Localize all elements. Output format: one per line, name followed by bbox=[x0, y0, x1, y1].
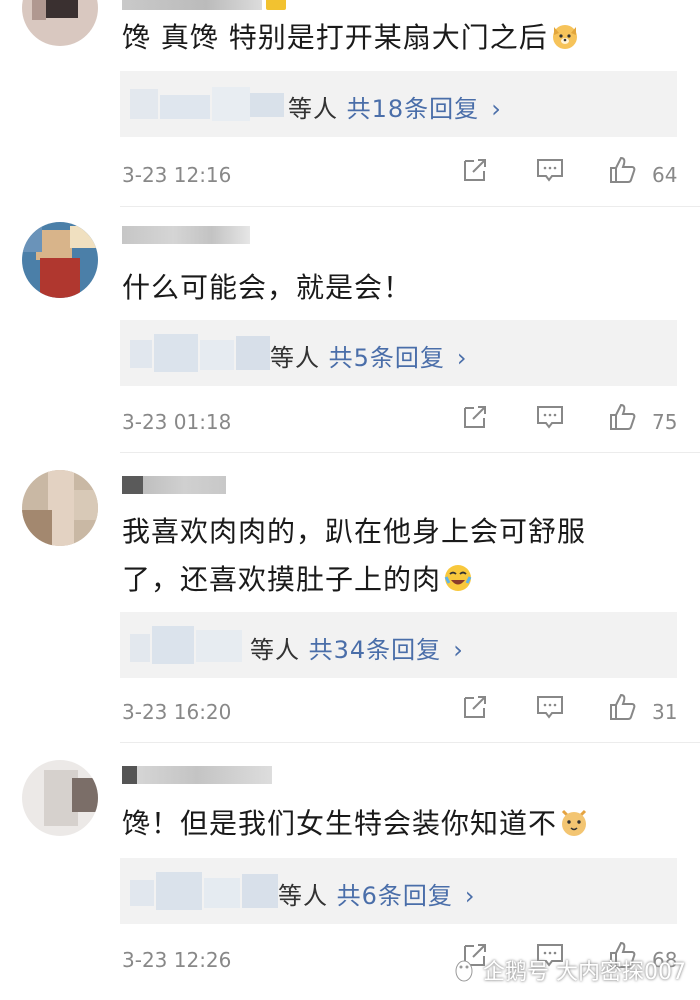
comment-icon[interactable] bbox=[535, 155, 571, 191]
like-count: 64 bbox=[652, 163, 678, 187]
chevron-right-icon: › bbox=[464, 882, 476, 910]
timestamp: 3-23 16:20 bbox=[122, 700, 232, 724]
reply-users-blurred bbox=[130, 872, 280, 910]
share-icon[interactable] bbox=[460, 692, 496, 728]
reply-users-blurred bbox=[130, 334, 270, 372]
reply-users-blurred bbox=[130, 85, 290, 123]
like-count: 75 bbox=[652, 410, 678, 434]
comment-text: 什么可能会，就是会！ bbox=[122, 271, 413, 304]
reply-users-blurred bbox=[130, 626, 250, 664]
avatar[interactable] bbox=[22, 0, 98, 46]
divider bbox=[120, 206, 700, 207]
chevron-right-icon: › bbox=[453, 636, 464, 664]
cat-face-emoji bbox=[561, 809, 587, 836]
chevron-right-icon: › bbox=[456, 344, 468, 372]
comment-text-line-1: 我喜欢肉肉的，趴在他身上会可舒服 bbox=[122, 515, 587, 548]
username-blurred bbox=[122, 226, 250, 244]
reply-preview[interactable]: 等人 共18条回复 › bbox=[120, 71, 677, 137]
reply-summary[interactable]: 等人 共18条回复 › bbox=[288, 89, 502, 124]
reply-summary[interactable]: 等人 共5条回复 › bbox=[270, 338, 468, 373]
timestamp: 3-23 12:16 bbox=[122, 163, 232, 187]
timestamp: 3-23 12:26 bbox=[122, 948, 232, 972]
laughing-crying-emoji bbox=[444, 565, 472, 591]
share-icon[interactable] bbox=[460, 402, 496, 438]
reply-count-link[interactable]: 共18条回复 bbox=[347, 95, 480, 123]
penguin-logo-icon bbox=[455, 960, 473, 982]
username[interactable] bbox=[122, 476, 226, 498]
comment-text-line-2: 了，还喜欢摸肚子上的肉 bbox=[122, 556, 660, 604]
username-blurred bbox=[122, 0, 262, 10]
like-icon[interactable] bbox=[607, 402, 643, 438]
username[interactable] bbox=[122, 766, 272, 788]
chevron-right-icon: › bbox=[491, 95, 502, 123]
like-icon[interactable] bbox=[607, 692, 643, 728]
like-icon[interactable] bbox=[607, 155, 643, 191]
comment-meta: 3-23 01:18 75 bbox=[122, 402, 680, 442]
avatar[interactable] bbox=[22, 222, 98, 298]
like-count: 31 bbox=[652, 700, 678, 724]
avatar[interactable] bbox=[22, 760, 98, 836]
reply-preview[interactable]: 等人 共6条回复 › bbox=[120, 858, 677, 924]
username[interactable] bbox=[122, 0, 286, 14]
username-blurred bbox=[122, 766, 272, 784]
vip-badge-icon bbox=[266, 0, 286, 10]
avatar[interactable] bbox=[22, 470, 98, 546]
watermark-text: 企鹅号 大内密探007 bbox=[483, 960, 686, 985]
comment-icon[interactable] bbox=[535, 692, 571, 728]
watermark: 企鹅号 大内密探007 bbox=[451, 954, 686, 986]
comment-meta: 3-23 12:16 64 bbox=[122, 155, 680, 195]
username[interactable] bbox=[122, 226, 250, 248]
reply-summary[interactable]: 等人 共6条回复 › bbox=[278, 876, 476, 911]
divider bbox=[120, 742, 700, 743]
reply-summary[interactable]: 等人 共34条回复 › bbox=[250, 630, 464, 665]
reply-count-link[interactable]: 共34条回复 bbox=[309, 636, 442, 664]
dog-face-emoji bbox=[552, 25, 577, 49]
comment-meta: 3-23 16:20 31 bbox=[122, 692, 680, 732]
share-icon[interactable] bbox=[460, 155, 496, 191]
reply-count-link[interactable]: 共5条回复 bbox=[329, 344, 445, 372]
divider bbox=[120, 452, 700, 453]
timestamp: 3-23 01:18 bbox=[122, 410, 232, 434]
reply-count-link[interactable]: 共6条回复 bbox=[337, 882, 453, 910]
comment-text: 馋 真馋 特别是打开某扇大门之后 bbox=[122, 14, 660, 62]
reply-preview[interactable]: 等人 共34条回复 › bbox=[120, 612, 677, 678]
comment-text: 我喜欢肉肉的，趴在他身上会可舒服 了，还喜欢摸肚子上的肉 bbox=[122, 508, 660, 604]
username-blurred bbox=[122, 476, 226, 494]
reply-preview[interactable]: 等人 共5条回复 › bbox=[120, 320, 677, 386]
comment-icon[interactable] bbox=[535, 402, 571, 438]
comment-text: 馋！但是我们女生特会装你知道不 bbox=[122, 800, 660, 848]
